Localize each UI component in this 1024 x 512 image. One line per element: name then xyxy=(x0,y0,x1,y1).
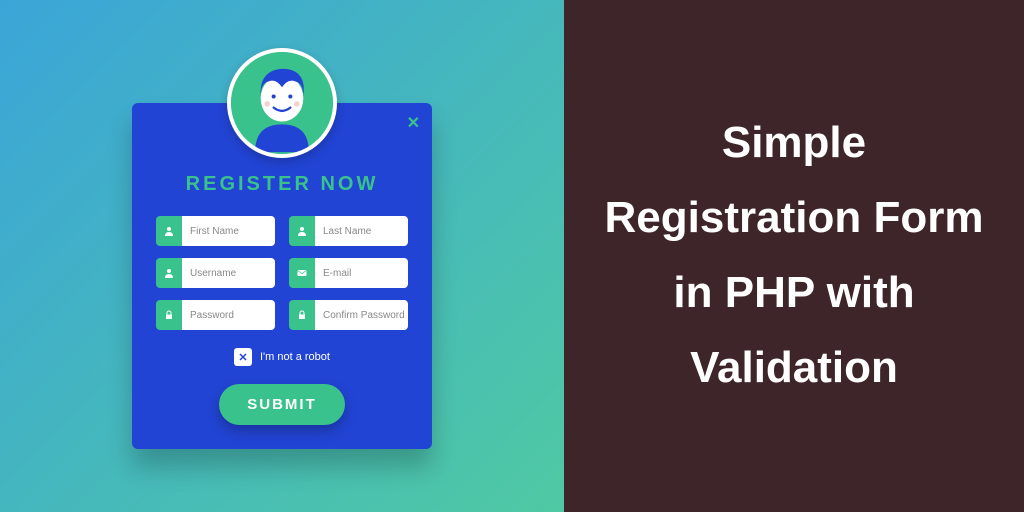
password-input[interactable] xyxy=(182,300,275,330)
submit-button[interactable]: SUBMIT xyxy=(219,384,345,425)
form-title: REGISTER NOW xyxy=(156,173,408,196)
robot-label: I'm not a robot xyxy=(260,351,330,363)
username-field xyxy=(156,258,275,288)
email-input[interactable] xyxy=(315,258,408,288)
lock-icon xyxy=(156,300,182,330)
email-icon xyxy=(289,258,315,288)
right-panel: Simple Registration Form in PHP with Val… xyxy=(564,0,1024,512)
close-icon[interactable]: ✕ xyxy=(407,113,420,133)
user-icon xyxy=(156,258,182,288)
left-panel: ✕ REGISTER NOW xyxy=(0,0,564,512)
last-name-field xyxy=(289,216,408,246)
password-field xyxy=(156,300,275,330)
username-input[interactable] xyxy=(182,258,275,288)
confirm-password-field xyxy=(289,300,408,330)
page-title: Simple Registration Form in PHP with Val… xyxy=(604,106,984,405)
close-x-icon xyxy=(237,351,249,363)
robot-row: I'm not a robot xyxy=(156,348,408,366)
last-name-input[interactable] xyxy=(315,216,408,246)
field-grid xyxy=(156,216,408,330)
confirm-password-input[interactable] xyxy=(315,300,408,330)
register-card: ✕ REGISTER NOW xyxy=(132,103,432,449)
robot-checkbox[interactable] xyxy=(234,348,252,366)
first-name-field xyxy=(156,216,275,246)
lock-icon xyxy=(289,300,315,330)
user-icon xyxy=(289,216,315,246)
avatar xyxy=(227,48,337,158)
user-icon xyxy=(156,216,182,246)
avatar-icon xyxy=(231,52,333,154)
email-field xyxy=(289,258,408,288)
first-name-input[interactable] xyxy=(182,216,275,246)
